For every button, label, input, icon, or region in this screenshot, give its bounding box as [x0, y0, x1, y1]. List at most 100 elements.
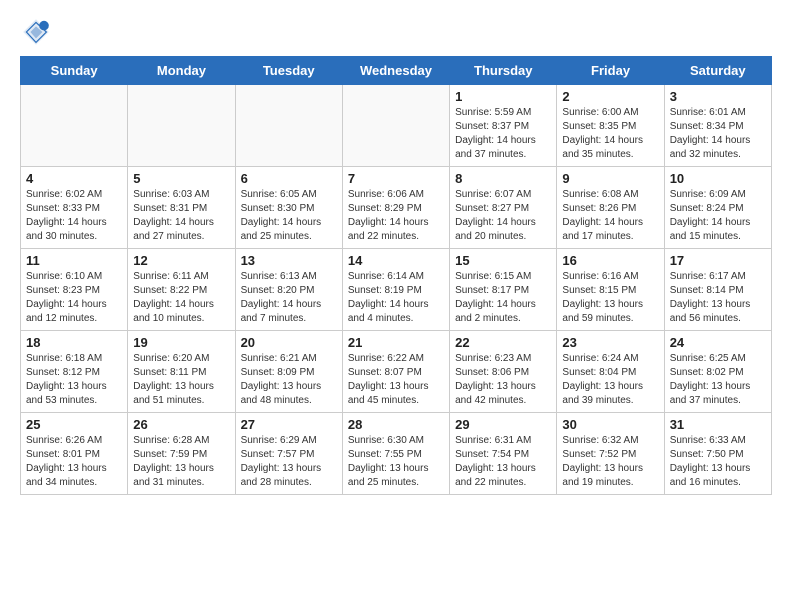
day-info: Sunrise: 6:23 AM Sunset: 8:06 PM Dayligh…	[455, 352, 551, 408]
calendar-cell: 28 Sunrise: 6:30 AM Sunset: 7:55 PM Dayli…	[342, 413, 449, 495]
day-number: 20	[241, 335, 337, 350]
calendar-cell: 19 Sunrise: 6:20 AM Sunset: 8:11 PM Dayli…	[128, 331, 235, 413]
day-number: 6	[241, 171, 337, 186]
calendar-cell: 20 Sunrise: 6:21 AM Sunset: 8:09 PM Dayli…	[235, 331, 342, 413]
calendar-week-row: 25 Sunrise: 6:26 AM Sunset: 8:01 PM Dayli…	[21, 413, 772, 495]
day-number: 10	[670, 171, 766, 186]
day-info: Sunrise: 6:09 AM Sunset: 8:24 PM Dayligh…	[670, 188, 766, 244]
calendar-cell: 10 Sunrise: 6:09 AM Sunset: 8:24 PM Dayli…	[664, 167, 771, 249]
day-number: 4	[26, 171, 122, 186]
calendar-cell: 30Sunrise: 6:32 AM Sunset: 7:52 PM Dayli…	[557, 413, 664, 495]
calendar-cell: 8 Sunrise: 6:07 AM Sunset: 8:27 PM Daylig…	[450, 167, 557, 249]
calendar-cell: 5 Sunrise: 6:03 AM Sunset: 8:31 PM Daylig…	[128, 167, 235, 249]
day-info: Sunrise: 6:20 AM Sunset: 8:11 PM Dayligh…	[133, 352, 229, 408]
calendar-cell: 21 Sunrise: 6:22 AM Sunset: 8:07 PM Dayli…	[342, 331, 449, 413]
day-info: Sunrise: 5:59 AM Sunset: 8:37 PM Dayligh…	[455, 106, 551, 162]
day-number: 27	[241, 417, 337, 432]
calendar-cell: 24 Sunrise: 6:25 AM Sunset: 8:02 PM Dayli…	[664, 331, 771, 413]
day-number: 30	[562, 417, 658, 432]
calendar-cell	[235, 85, 342, 167]
day-info: Sunrise: 6:13 AM Sunset: 8:20 PM Dayligh…	[241, 270, 337, 326]
day-number: 26	[133, 417, 229, 432]
day-number: 29	[455, 417, 551, 432]
day-number: 5	[133, 171, 229, 186]
day-info: Sunrise: 6:16 AM Sunset: 8:15 PM Dayligh…	[562, 270, 658, 326]
calendar-cell: 16 Sunrise: 6:16 AM Sunset: 8:15 PM Dayli…	[557, 249, 664, 331]
calendar-cell: 23 Sunrise: 6:24 AM Sunset: 8:04 PM Dayli…	[557, 331, 664, 413]
day-info: Sunrise: 6:21 AM Sunset: 8:09 PM Dayligh…	[241, 352, 337, 408]
days-of-week-row: SundayMondayTuesdayWednesdayThursdayFrid…	[21, 57, 772, 85]
day-number: 12	[133, 253, 229, 268]
calendar-week-row: 11 Sunrise: 6:10 AM Sunset: 8:23 PM Dayli…	[21, 249, 772, 331]
day-info: Sunrise: 6:11 AM Sunset: 8:22 PM Dayligh…	[133, 270, 229, 326]
day-number: 31	[670, 417, 766, 432]
day-header-tuesday: Tuesday	[235, 57, 342, 85]
day-number: 14	[348, 253, 444, 268]
day-info: Sunrise: 6:07 AM Sunset: 8:27 PM Dayligh…	[455, 188, 551, 244]
calendar-cell: 11 Sunrise: 6:10 AM Sunset: 8:23 PM Dayli…	[21, 249, 128, 331]
day-number: 15	[455, 253, 551, 268]
calendar-week-row: 4 Sunrise: 6:02 AM Sunset: 8:33 PM Daylig…	[21, 167, 772, 249]
header	[20, 16, 772, 48]
logo	[20, 16, 56, 48]
calendar-body: 1 Sunrise: 5:59 AM Sunset: 8:37 PM Daylig…	[21, 85, 772, 495]
day-number: 25	[26, 417, 122, 432]
day-info: Sunrise: 6:22 AM Sunset: 8:07 PM Dayligh…	[348, 352, 444, 408]
calendar-cell: 14 Sunrise: 6:14 AM Sunset: 8:19 PM Dayli…	[342, 249, 449, 331]
day-header-wednesday: Wednesday	[342, 57, 449, 85]
day-header-saturday: Saturday	[664, 57, 771, 85]
day-number: 17	[670, 253, 766, 268]
day-header-friday: Friday	[557, 57, 664, 85]
calendar-cell: 18Sunrise: 6:18 AM Sunset: 8:12 PM Dayli…	[21, 331, 128, 413]
day-number: 22	[455, 335, 551, 350]
day-info: Sunrise: 6:10 AM Sunset: 8:23 PM Dayligh…	[26, 270, 122, 326]
calendar-cell: 6Sunrise: 6:05 AM Sunset: 8:30 PM Daylig…	[235, 167, 342, 249]
calendar-week-row: 1 Sunrise: 5:59 AM Sunset: 8:37 PM Daylig…	[21, 85, 772, 167]
day-info: Sunrise: 6:31 AM Sunset: 7:54 PM Dayligh…	[455, 434, 551, 490]
day-number: 8	[455, 171, 551, 186]
day-number: 13	[241, 253, 337, 268]
day-number: 1	[455, 89, 551, 104]
day-info: Sunrise: 6:08 AM Sunset: 8:26 PM Dayligh…	[562, 188, 658, 244]
day-number: 24	[670, 335, 766, 350]
day-info: Sunrise: 6:29 AM Sunset: 7:57 PM Dayligh…	[241, 434, 337, 490]
day-info: Sunrise: 6:33 AM Sunset: 7:50 PM Dayligh…	[670, 434, 766, 490]
day-info: Sunrise: 6:24 AM Sunset: 8:04 PM Dayligh…	[562, 352, 658, 408]
day-info: Sunrise: 6:28 AM Sunset: 7:59 PM Dayligh…	[133, 434, 229, 490]
day-info: Sunrise: 6:02 AM Sunset: 8:33 PM Dayligh…	[26, 188, 122, 244]
calendar-cell: 25 Sunrise: 6:26 AM Sunset: 8:01 PM Dayli…	[21, 413, 128, 495]
day-info: Sunrise: 6:06 AM Sunset: 8:29 PM Dayligh…	[348, 188, 444, 244]
day-header-sunday: Sunday	[21, 57, 128, 85]
calendar-header: SundayMondayTuesdayWednesdayThursdayFrid…	[21, 57, 772, 85]
day-info: Sunrise: 6:25 AM Sunset: 8:02 PM Dayligh…	[670, 352, 766, 408]
calendar-cell: 1 Sunrise: 5:59 AM Sunset: 8:37 PM Daylig…	[450, 85, 557, 167]
day-number: 28	[348, 417, 444, 432]
day-number: 18	[26, 335, 122, 350]
calendar-cell: 12 Sunrise: 6:11 AM Sunset: 8:22 PM Dayli…	[128, 249, 235, 331]
calendar-cell: 22 Sunrise: 6:23 AM Sunset: 8:06 PM Dayli…	[450, 331, 557, 413]
calendar-cell: 4 Sunrise: 6:02 AM Sunset: 8:33 PM Daylig…	[21, 167, 128, 249]
day-header-thursday: Thursday	[450, 57, 557, 85]
calendar-cell: 9 Sunrise: 6:08 AM Sunset: 8:26 PM Daylig…	[557, 167, 664, 249]
day-number: 23	[562, 335, 658, 350]
day-number: 21	[348, 335, 444, 350]
day-number: 9	[562, 171, 658, 186]
calendar-cell: 17Sunrise: 6:17 AM Sunset: 8:14 PM Dayli…	[664, 249, 771, 331]
day-number: 16	[562, 253, 658, 268]
logo-icon	[20, 16, 52, 48]
calendar-cell: 26 Sunrise: 6:28 AM Sunset: 7:59 PM Dayli…	[128, 413, 235, 495]
day-info: Sunrise: 6:03 AM Sunset: 8:31 PM Dayligh…	[133, 188, 229, 244]
day-number: 11	[26, 253, 122, 268]
day-info: Sunrise: 6:01 AM Sunset: 8:34 PM Dayligh…	[670, 106, 766, 162]
day-info: Sunrise: 6:26 AM Sunset: 8:01 PM Dayligh…	[26, 434, 122, 490]
day-info: Sunrise: 6:30 AM Sunset: 7:55 PM Dayligh…	[348, 434, 444, 490]
calendar-cell: 13 Sunrise: 6:13 AM Sunset: 8:20 PM Dayli…	[235, 249, 342, 331]
day-info: Sunrise: 6:15 AM Sunset: 8:17 PM Dayligh…	[455, 270, 551, 326]
calendar-cell: 3Sunrise: 6:01 AM Sunset: 8:34 PM Daylig…	[664, 85, 771, 167]
calendar-cell: 27 Sunrise: 6:29 AM Sunset: 7:57 PM Dayli…	[235, 413, 342, 495]
calendar-cell	[128, 85, 235, 167]
calendar-week-row: 18Sunrise: 6:18 AM Sunset: 8:12 PM Dayli…	[21, 331, 772, 413]
day-header-monday: Monday	[128, 57, 235, 85]
day-info: Sunrise: 6:14 AM Sunset: 8:19 PM Dayligh…	[348, 270, 444, 326]
day-number: 19	[133, 335, 229, 350]
